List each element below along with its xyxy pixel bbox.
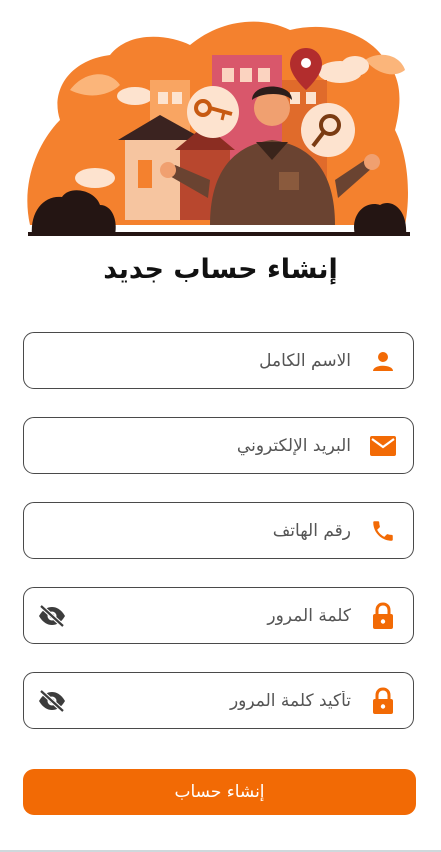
full-name-field[interactable] <box>23 332 414 389</box>
phone-field[interactable] <box>23 502 414 559</box>
person-icon <box>359 349 407 373</box>
email-icon <box>359 435 407 457</box>
lock-icon <box>359 601 407 630</box>
page-title: إنشاء حساب جديد <box>103 254 338 285</box>
password-input[interactable] <box>76 605 359 626</box>
hero-illustration <box>0 0 441 240</box>
eye-off-icon[interactable] <box>28 603 76 628</box>
email-input[interactable] <box>24 435 359 456</box>
confirm-password-input[interactable] <box>76 690 359 711</box>
phone-icon <box>359 518 407 544</box>
eye-off-icon[interactable] <box>28 688 76 713</box>
password-field[interactable] <box>23 587 414 644</box>
full-name-input[interactable] <box>24 350 359 371</box>
email-field[interactable] <box>23 417 414 474</box>
create-account-button[interactable]: إنشاء حساب <box>23 769 416 815</box>
confirm-password-field[interactable] <box>23 672 414 729</box>
lock-icon <box>359 686 407 715</box>
phone-input[interactable] <box>24 520 359 541</box>
